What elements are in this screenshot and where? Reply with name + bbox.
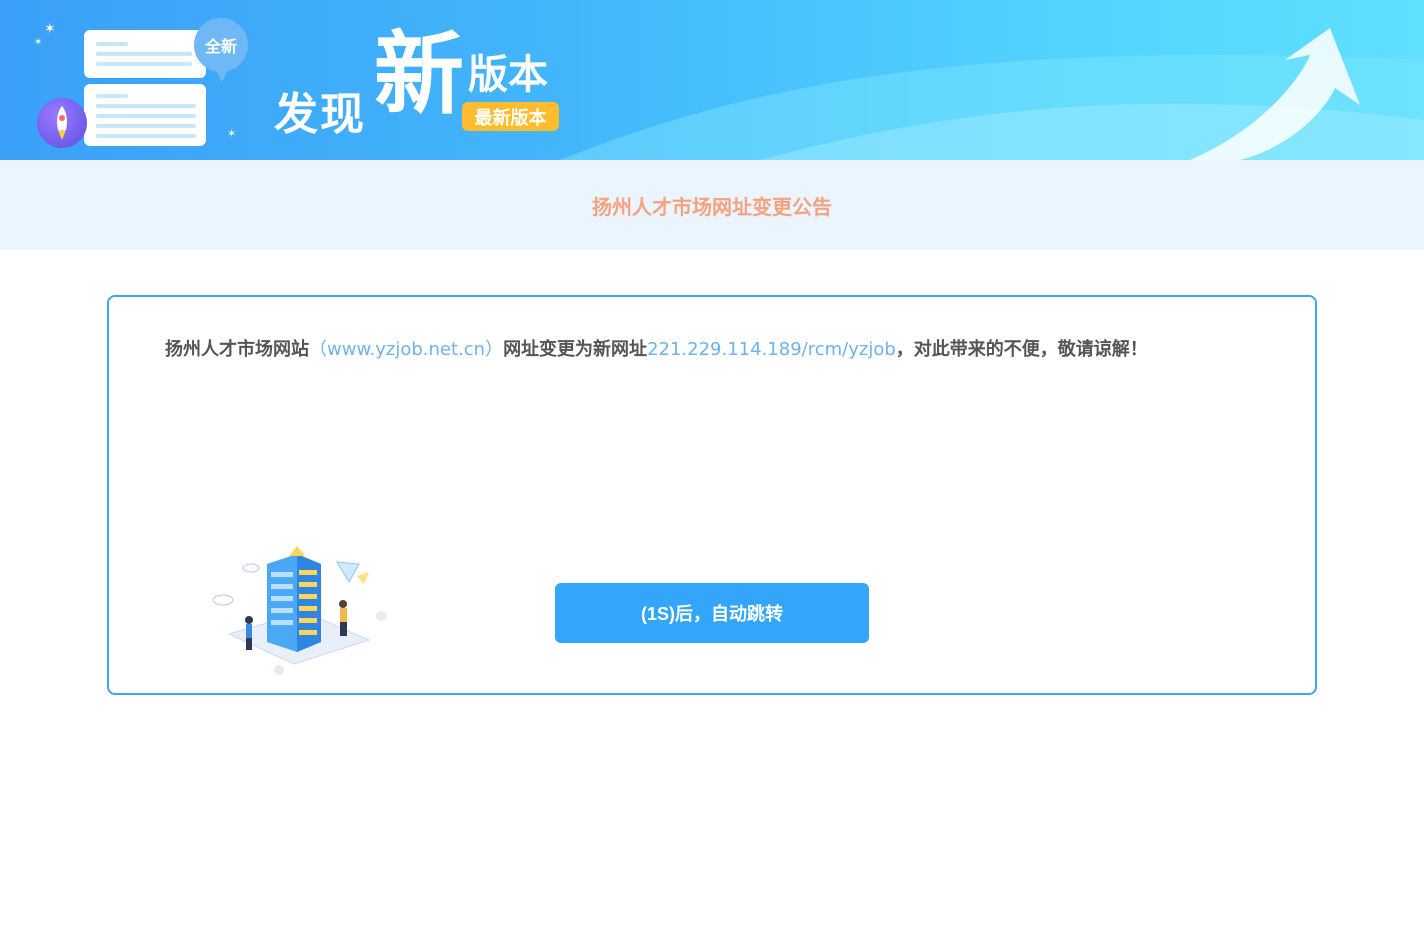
document-card-icon	[84, 30, 206, 78]
notice-panel: 扬州人才市场网站（www.yzjob.net.cn）网址变更为新网址221.22…	[107, 295, 1317, 695]
auto-redirect-button[interactable]: (1S)后，自动跳转	[555, 583, 869, 643]
star-icon: ✶	[34, 37, 43, 48]
building-illustration	[212, 546, 386, 675]
banner-title-new: 新	[374, 22, 464, 127]
new-badge-bubble: 全新	[194, 18, 248, 82]
new-url-link[interactable]: 221.229.114.189/rcm/yzjob	[647, 339, 896, 360]
notice-middle: 网址变更为新网址	[503, 339, 648, 360]
announcement-title: 扬州人才市场网址变更公告	[592, 194, 832, 219]
document-list-icon	[84, 84, 206, 146]
notice-suffix: ，对此带来的不便，敬请谅解！	[895, 339, 1148, 360]
announcement-title-bar: 扬州人才市场网址变更公告	[0, 160, 1424, 250]
star-icon: ✶	[227, 127, 237, 140]
banner-title-discover: 发现	[274, 89, 366, 140]
header-banner: 全新 ✶ ✶ ✶ 发现 新 版本 最新版本	[0, 0, 1424, 160]
banner-title-version: 版本	[468, 52, 548, 98]
old-url-link[interactable]: （www.yzjob.net.cn）	[309, 339, 503, 360]
notice-message: 扬州人才市场网站（www.yzjob.net.cn）网址变更为新网址221.22…	[165, 335, 1148, 361]
star-icon: ✶	[44, 21, 56, 37]
rocket-icon	[37, 98, 87, 148]
latest-version-tag: 最新版本	[462, 102, 559, 131]
notice-prefix: 扬州人才市场网站	[165, 339, 309, 360]
